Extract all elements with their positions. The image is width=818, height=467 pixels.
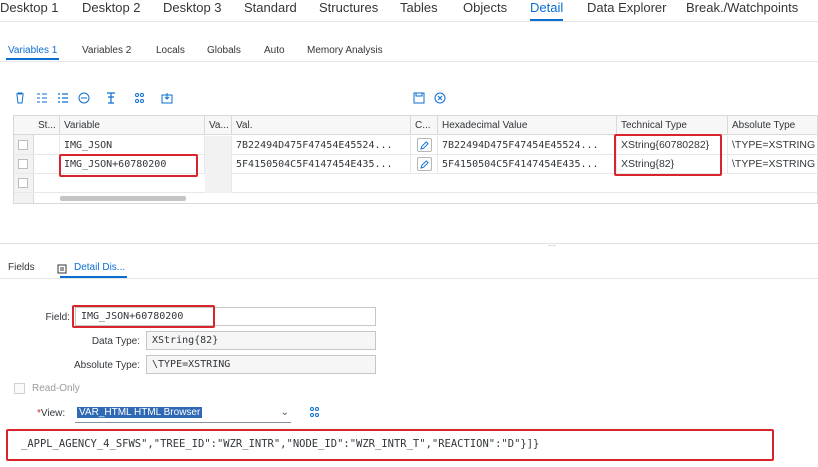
col-header-status[interactable]: St... — [34, 116, 60, 135]
tab-fields[interactable]: Fields — [8, 262, 35, 273]
cell-value[interactable]: 5F4150504C5F4147454E435... — [232, 155, 411, 174]
col-header-value[interactable]: Val. — [232, 116, 411, 135]
variable-icon[interactable] — [133, 91, 147, 105]
delete-icon[interactable] — [13, 91, 27, 105]
cell-absolute-type[interactable]: \TYPE=XSTRING — [728, 155, 817, 174]
variables-table: St... Variable Va... Val. C... Hexadecim… — [13, 115, 818, 204]
table-row[interactable]: IMG_JSON+60780200 5F4150504C5F4147454E43… — [14, 155, 817, 174]
multi-select-icon[interactable] — [35, 91, 49, 105]
row-checkbox[interactable] — [18, 159, 28, 169]
detail-display-icon — [57, 263, 67, 274]
edit-value-button[interactable] — [417, 138, 432, 152]
cell-technical-type[interactable]: XString{60780282} — [617, 136, 728, 155]
read-only-label: Read-Only — [32, 383, 80, 394]
col-header-c[interactable]: C... — [411, 116, 438, 135]
read-only-checkbox[interactable] — [14, 383, 25, 394]
col-header-technical-type[interactable]: Technical Type — [617, 116, 728, 135]
tab-desktop-2[interactable]: Desktop 2 — [82, 0, 141, 15]
pencil-icon — [420, 140, 429, 150]
tab-variables-1[interactable]: Variables 1 — [5, 45, 60, 60]
view-select[interactable]: VAR_HTML HTML Browser ⌄ — [75, 404, 291, 423]
cell-va — [205, 174, 232, 193]
cell-value[interactable]: 7B22494D475F47454E45524... — [232, 136, 411, 155]
chevron-down-icon[interactable]: ⌄ — [281, 404, 289, 422]
save-icon[interactable] — [412, 91, 426, 105]
tab-structures[interactable]: Structures — [319, 0, 378, 15]
sub-tab-divider — [0, 61, 818, 62]
tab-variables-2[interactable]: Variables 2 — [82, 45, 131, 56]
splitter-grip-icon[interactable]: ··· — [548, 241, 556, 250]
field-label: Field: — [45, 312, 70, 323]
view-selected-value: VAR_HTML HTML Browser — [77, 407, 203, 418]
cell-absolute-type[interactable]: \TYPE=XSTRING — [728, 136, 817, 155]
cell-status — [34, 136, 60, 155]
data-type-field: XString{82} — [146, 331, 376, 350]
field-input[interactable]: IMG_JSON+60780200 — [75, 307, 376, 326]
settings-icon[interactable] — [104, 91, 118, 105]
table-row[interactable]: IMG_JSON 7B22494D475F47454E45524... 7B22… — [14, 136, 817, 155]
cell-status — [34, 155, 60, 174]
col-header-absolute-type[interactable]: Absolute Type — [728, 116, 817, 135]
tab-desktop-1[interactable]: Desktop 1 — [0, 0, 59, 15]
tab-memory-analysis[interactable]: Memory Analysis — [307, 45, 383, 56]
edit-value-button[interactable] — [417, 157, 432, 171]
variable-icon[interactable] — [308, 405, 322, 419]
row-checkbox[interactable] — [18, 140, 28, 150]
tab-locals[interactable]: Locals — [156, 45, 185, 56]
cell-va — [205, 136, 232, 155]
cell-variable[interactable]: IMG_JSON — [60, 136, 205, 155]
remove-icon[interactable] — [77, 91, 91, 105]
absolute-type-label: Absolute Type: — [74, 360, 140, 371]
view-label: *View: — [37, 408, 65, 419]
tab-desktop-3[interactable]: Desktop 3 — [163, 0, 222, 15]
col-header-variable[interactable]: Variable — [60, 116, 205, 135]
data-type-label: Data Type: — [91, 336, 140, 347]
cell-va — [205, 155, 232, 174]
cell-technical-type[interactable]: XString{82} — [617, 155, 728, 174]
horizontal-scrollbar[interactable] — [60, 196, 186, 201]
tab-break-watchpoints[interactable]: Break./Watchpoints — [686, 0, 798, 15]
table-row-empty[interactable] — [14, 174, 817, 193]
list-icon[interactable] — [56, 91, 70, 105]
cell-hex[interactable]: 5F4150504C5F4147454E435... — [438, 155, 617, 174]
tab-detail[interactable]: Detail — [530, 0, 564, 21]
tab-tables[interactable]: Tables — [400, 0, 438, 15]
export-icon[interactable] — [160, 91, 174, 105]
col-header-hex[interactable]: Hexadecimal Value — [438, 116, 617, 135]
row-checkbox[interactable] — [18, 178, 28, 188]
col-header-va[interactable]: Va... — [205, 116, 232, 135]
tab-auto[interactable]: Auto — [264, 45, 285, 56]
absolute-type-field: \TYPE=XSTRING — [146, 355, 376, 374]
tab-standard[interactable]: Standard — [244, 0, 297, 15]
view-label-text: View: — [40, 408, 66, 419]
table-header: St... Variable Va... Val. C... Hexadecim… — [14, 116, 817, 135]
top-tab-bar: Desktop 1 Desktop 2 Desktop 3 Standard S… — [0, 0, 818, 22]
tab-objects[interactable]: Objects — [463, 0, 507, 15]
tab-detail-display[interactable]: Detail Dis... — [59, 262, 128, 278]
pencil-icon — [420, 159, 429, 169]
cell-variable[interactable]: IMG_JSON+60780200 — [60, 155, 205, 174]
tab-globals[interactable]: Globals — [207, 45, 241, 56]
pane-splitter[interactable] — [0, 243, 818, 244]
html-browser-output: _APPL_AGENCY_4_SFWS","TREE_ID":"WZR_INTR… — [21, 438, 540, 450]
close-circle-icon[interactable] — [433, 91, 447, 105]
cell-hex[interactable]: 7B22494D475F47454E45524... — [438, 136, 617, 155]
lower-tab-divider — [0, 278, 818, 279]
tab-data-explorer[interactable]: Data Explorer — [587, 0, 666, 15]
